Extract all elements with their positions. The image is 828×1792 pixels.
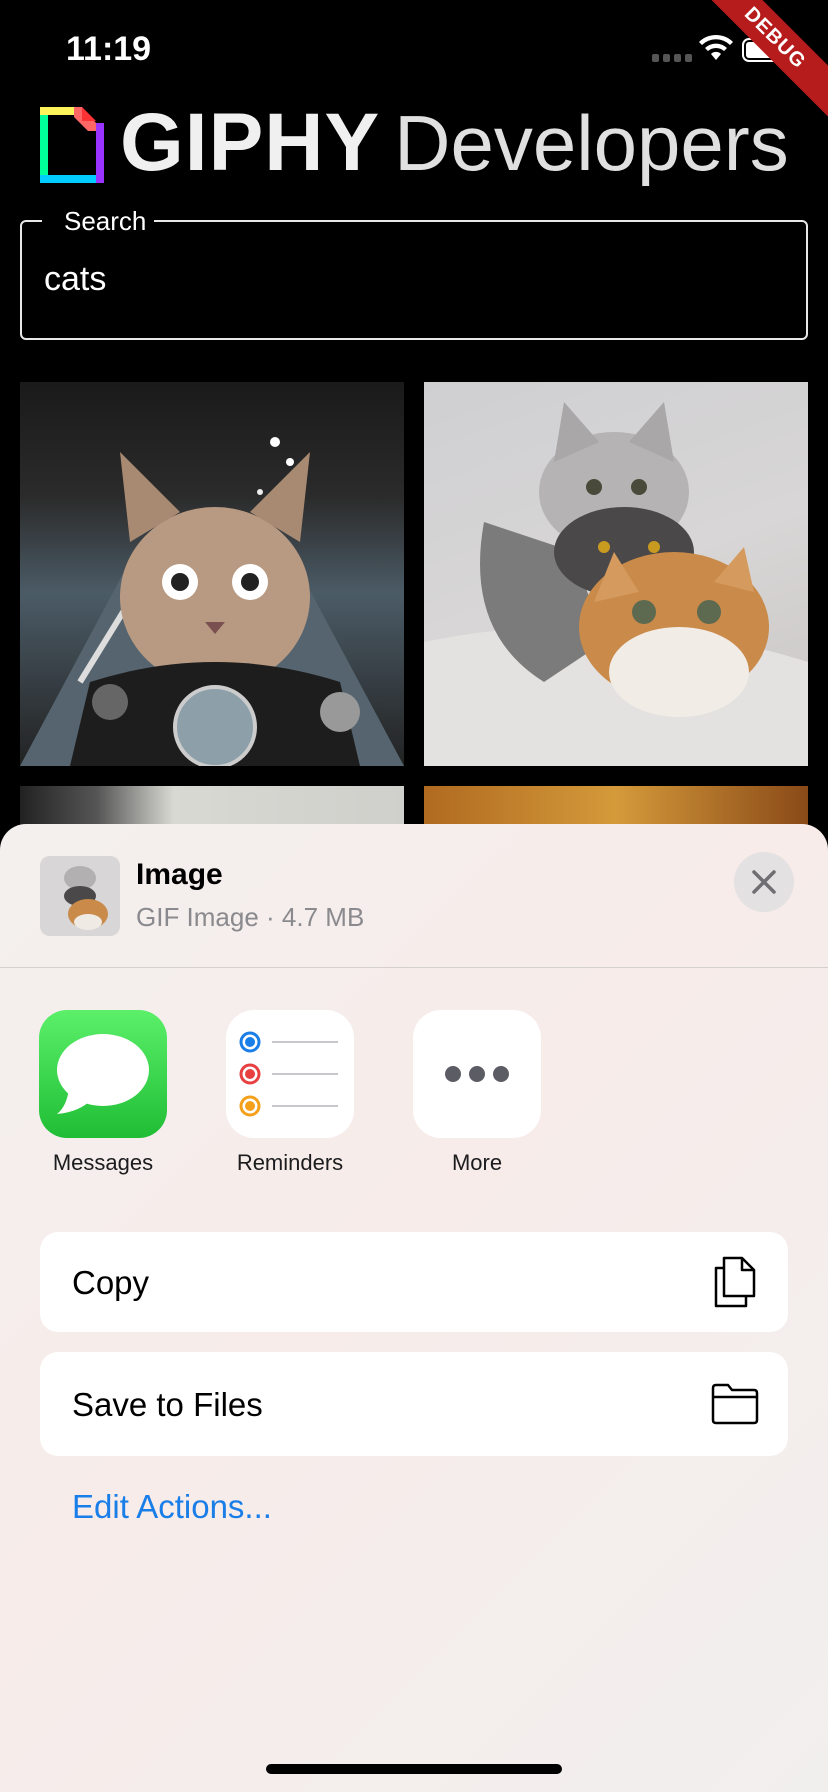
share-app-messages[interactable]: Messages xyxy=(38,1010,168,1176)
close-button[interactable] xyxy=(734,852,794,912)
copy-icon xyxy=(714,1256,756,1308)
folder-icon xyxy=(711,1383,759,1425)
status-time: 11:19 xyxy=(66,30,152,68)
reminders-icon xyxy=(226,1010,354,1138)
copy-action-label: Copy xyxy=(72,1264,150,1301)
close-icon xyxy=(752,870,776,894)
share-sheet: Image GIF Image · 4.7 MB Messages Remind… xyxy=(0,824,828,1792)
app-label-messages: Messages xyxy=(52,1150,154,1175)
gif-tile-cat-motorcycle[interactable] xyxy=(20,382,404,766)
share-app-row: Messages Reminders More xyxy=(0,1010,828,1180)
app-label-more: More xyxy=(451,1150,503,1175)
share-subtitle: GIF Image · 4.7 MB xyxy=(136,902,365,932)
messages-icon xyxy=(39,1010,167,1138)
app-label-reminders: Reminders xyxy=(236,1150,344,1175)
more-icon xyxy=(413,1010,541,1138)
search-label: Search xyxy=(42,206,155,237)
search-field[interactable]: Search xyxy=(20,206,808,340)
cat-motorcycle-illustration xyxy=(20,437,404,766)
edit-actions-link[interactable]: Edit Actions... xyxy=(72,1488,272,1526)
stacked-cats-illustration xyxy=(424,402,808,766)
gif-tile-partial-4[interactable] xyxy=(424,786,808,826)
logo-text-developers: Developers xyxy=(394,98,789,187)
home-indicator[interactable] xyxy=(266,1764,562,1774)
share-sheet-header: Image GIF Image · 4.7 MB xyxy=(0,824,828,968)
share-app-more[interactable]: More xyxy=(412,1010,542,1176)
giphy-developers-logo: GIPHY Developers xyxy=(40,97,789,188)
share-title: Image xyxy=(136,858,223,891)
image-thumbnail xyxy=(40,856,120,936)
save-to-files-action[interactable]: Save to Files xyxy=(40,1352,788,1456)
save-to-files-label: Save to Files xyxy=(72,1386,263,1423)
search-input[interactable] xyxy=(44,260,784,299)
gif-tile-stacked-cats[interactable] xyxy=(424,382,808,766)
gif-tile-partial-3[interactable] xyxy=(20,786,404,826)
copy-action[interactable]: Copy xyxy=(40,1232,788,1332)
wifi-icon xyxy=(699,34,733,60)
share-app-reminders[interactable]: Reminders xyxy=(225,1010,355,1176)
logo-text-giphy: GIPHY xyxy=(120,97,381,188)
cellular-signal-icon xyxy=(652,54,692,62)
status-bar: 11:19 DEBUG xyxy=(0,0,828,125)
giphy-logo-icon xyxy=(40,107,104,183)
